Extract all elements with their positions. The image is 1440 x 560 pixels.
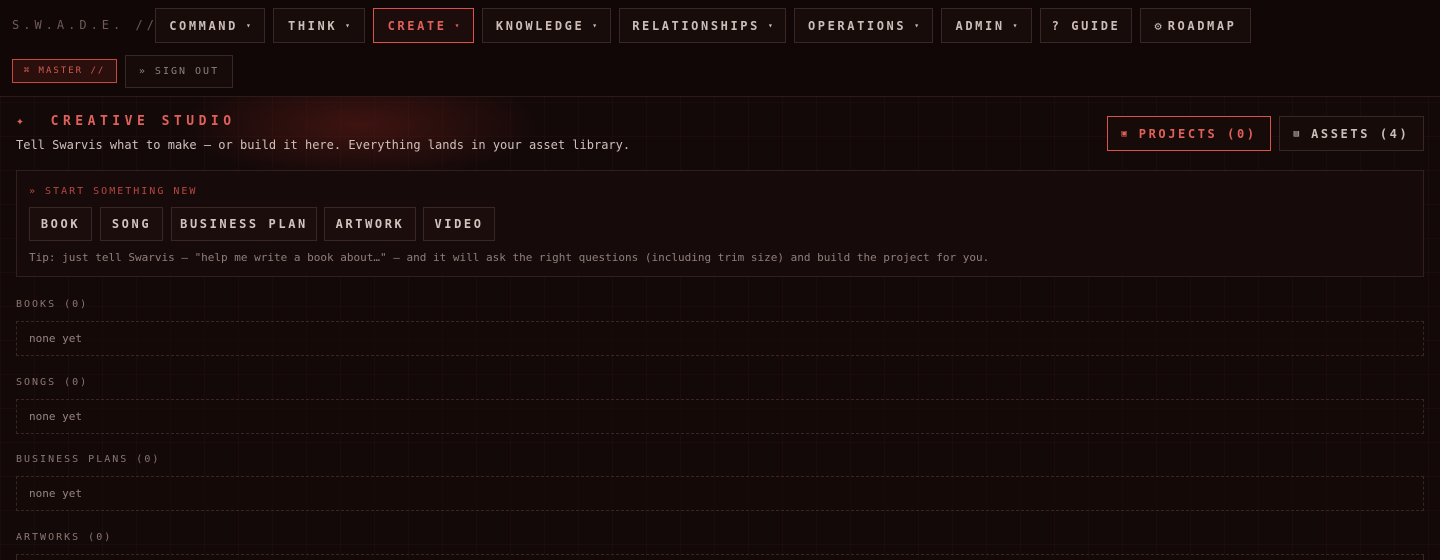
- chevron-down-icon: ▾: [454, 21, 460, 30]
- empty-state-text: none yet: [29, 410, 82, 423]
- start-something-new-panel: » START SOMETHING NEW BOOK SONG BUSINESS…: [16, 170, 1424, 277]
- nav-knowledge[interactable]: KNOWLEDGE ▾: [482, 8, 611, 43]
- nav-command-label: COMMAND: [169, 18, 238, 33]
- section-books-list: none yet: [16, 321, 1424, 356]
- chevron-down-icon: ▾: [767, 21, 773, 30]
- tip-text: Tip: just tell Swarvis — "help me write …: [29, 251, 990, 264]
- section-artworks-label: ARTWORKS (0): [16, 532, 113, 543]
- nav-relationships[interactable]: RELATIONSHIPS ▾: [619, 8, 786, 43]
- create-song-button[interactable]: SONG: [100, 207, 163, 241]
- section-songs-label: SONGS (0): [16, 377, 89, 388]
- nav-guide-label: ? GUIDE: [1051, 18, 1121, 33]
- sparkle-icon: ✦: [16, 114, 29, 129]
- nav-create[interactable]: CREATE ▾: [373, 8, 474, 43]
- nav-admin[interactable]: ADMIN ▾: [941, 8, 1032, 43]
- section-artworks-list: [16, 554, 1424, 560]
- section-songs-list: none yet: [16, 399, 1424, 434]
- nav-operations[interactable]: OPERATIONS ▾: [794, 8, 933, 43]
- nav-command[interactable]: COMMAND ▾: [155, 8, 265, 43]
- section-books-label: BOOKS (0): [16, 299, 89, 310]
- start-panel-label: » START SOMETHING NEW: [29, 186, 198, 197]
- nav-guide[interactable]: ? GUIDE: [1040, 8, 1132, 43]
- chevron-down-icon: ▾: [1012, 21, 1018, 30]
- projects-icon: ▣: [1121, 128, 1127, 139]
- tab-projects[interactable]: ▣ PROJECTS (0): [1107, 116, 1271, 151]
- gear-icon: ⚙: [1154, 18, 1162, 33]
- empty-state-text: none yet: [29, 487, 82, 500]
- top-navigation-bar: S.W.A.D.E. // COMMAND ▾ THINK ▾ CREATE ▾…: [0, 0, 1440, 97]
- page-title-text: CREATIVE STUDIO: [50, 114, 236, 129]
- nav-think[interactable]: THINK ▾: [273, 8, 365, 43]
- assets-icon: ▤: [1293, 128, 1300, 139]
- section-business-plans-list: none yet: [16, 476, 1424, 511]
- create-artwork-button[interactable]: ARTWORK: [324, 207, 416, 241]
- nav-knowledge-label: KNOWLEDGE: [495, 18, 585, 33]
- page-subtitle: Tell Swarvis what to make — or build it …: [16, 138, 631, 152]
- chevron-down-icon: ▾: [914, 21, 920, 30]
- chevron-down-icon: ▾: [245, 21, 251, 30]
- tab-assets[interactable]: ▤ ASSETS (4): [1279, 116, 1424, 151]
- nav-roadmap-label: ROADMAP: [1167, 18, 1237, 33]
- nav-create-label: CREATE: [387, 18, 447, 33]
- section-business-plans-label: BUSINESS PLANS (0): [16, 454, 161, 465]
- chevron-down-icon: ▾: [345, 21, 350, 30]
- nav-relationships-label: RELATIONSHIPS: [632, 18, 760, 33]
- chevron-down-icon: ▾: [592, 21, 598, 30]
- nav-roadmap[interactable]: ⚙ ROADMAP: [1140, 8, 1251, 43]
- page-title: ✦ CREATIVE STUDIO: [16, 114, 236, 129]
- empty-state-text: none yet: [29, 332, 82, 345]
- create-video-button[interactable]: VIDEO: [423, 207, 495, 241]
- create-book-button[interactable]: BOOK: [29, 207, 92, 241]
- sign-out-button[interactable]: » SIGN OUT: [125, 55, 233, 88]
- tab-projects-label: PROJECTS (0): [1138, 126, 1257, 141]
- nav-admin-label: ADMIN: [955, 18, 1005, 33]
- create-business-plan-button[interactable]: BUSINESS PLAN: [171, 207, 317, 241]
- tab-assets-label: ASSETS (4): [1311, 126, 1410, 141]
- nav-think-label: THINK: [288, 18, 338, 33]
- master-role-badge: ⌘ MASTER //: [12, 59, 117, 83]
- nav-operations-label: OPERATIONS: [807, 18, 907, 33]
- brand-logo: S.W.A.D.E. //: [12, 18, 158, 32]
